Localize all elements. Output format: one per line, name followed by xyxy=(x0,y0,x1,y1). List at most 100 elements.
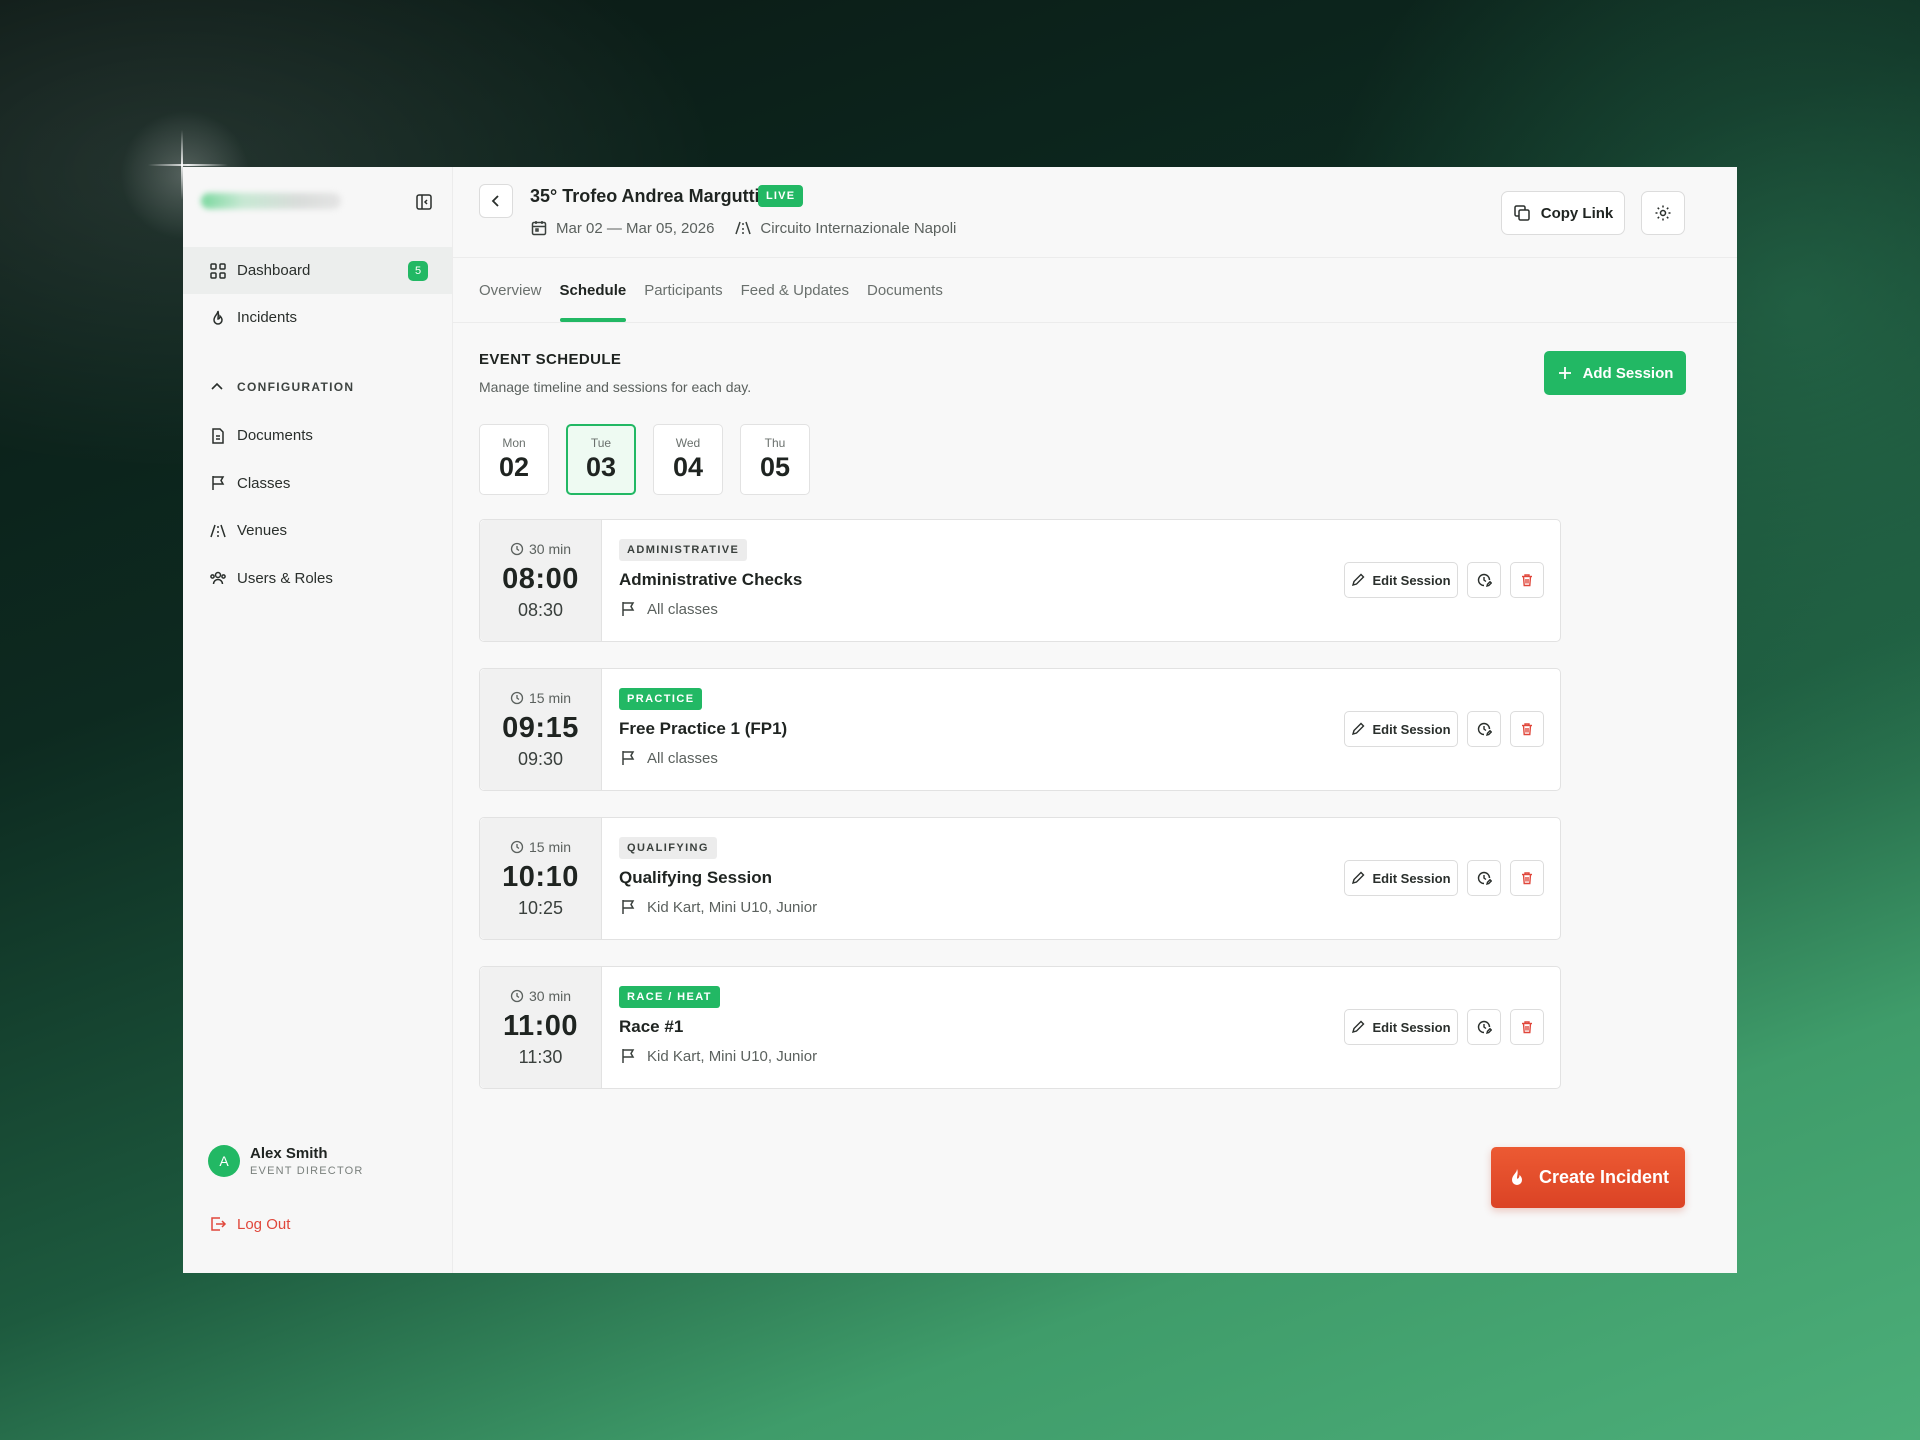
session-list: 30 min 08:00 08:30 ADMINISTRATIVE Admini… xyxy=(479,519,1561,1115)
calendar-icon xyxy=(530,219,548,237)
user-name: Alex Smith xyxy=(250,1145,328,1162)
day-number: 05 xyxy=(759,452,791,482)
logout-button[interactable]: Log Out xyxy=(209,1215,290,1233)
trash-icon xyxy=(1522,1021,1532,1034)
settings-button[interactable] xyxy=(1641,191,1685,235)
clock-edit-icon xyxy=(1477,722,1492,737)
session-type-badge: RACE / HEAT xyxy=(619,986,720,1008)
flag-icon xyxy=(209,474,227,492)
delete-session-button[interactable] xyxy=(1510,1009,1544,1045)
copy-icon xyxy=(1513,204,1531,222)
session-start: 10:10 xyxy=(502,860,579,893)
configuration-toggle[interactable]: CONFIGURATION xyxy=(209,379,354,395)
delete-session-button[interactable] xyxy=(1510,562,1544,598)
flag-icon xyxy=(619,600,637,618)
main-nav: Dashboard 5 Incidents xyxy=(183,247,452,341)
plus-icon xyxy=(1557,365,1573,381)
tab-documents[interactable]: Documents xyxy=(867,259,943,322)
create-incident-button[interactable]: Create Incident xyxy=(1491,1147,1685,1208)
sidebar-item-incidents[interactable]: Incidents xyxy=(183,294,452,341)
copy-link-button[interactable]: Copy Link xyxy=(1501,191,1625,235)
pencil-icon xyxy=(1351,871,1365,885)
session-classes: All classes xyxy=(619,749,718,767)
event-venue: Circuito Internazionale Napoli xyxy=(760,219,957,237)
track-icon xyxy=(734,219,752,237)
back-button[interactable] xyxy=(479,184,513,218)
duration-text: 30 min xyxy=(528,540,572,557)
classes-text: Kid Kart, Mini U10, Junior xyxy=(647,1047,818,1065)
tab-participants[interactable]: Participants xyxy=(644,259,722,322)
session-type-badge: ADMINISTRATIVE xyxy=(619,539,748,561)
copy-link-label: Copy Link xyxy=(1540,204,1614,222)
sidebar-item-users-roles[interactable]: Users & Roles xyxy=(183,555,452,603)
sidebar-item-label: Documents xyxy=(237,427,313,445)
tab-feed-updates[interactable]: Feed & Updates xyxy=(741,259,849,322)
event-title: 35° Trofeo Andrea Margutti xyxy=(530,186,760,206)
user-role: EVENT DIRECTOR xyxy=(250,1165,364,1177)
flame-icon xyxy=(209,309,227,327)
edit-session-button[interactable]: Edit Session xyxy=(1344,562,1458,598)
session-actions: Edit Session xyxy=(1344,562,1544,598)
flag-icon xyxy=(619,898,637,916)
logout-icon xyxy=(209,1215,227,1233)
session-duration: 30 min xyxy=(510,541,571,557)
sidebar-toggle-icon[interactable] xyxy=(415,193,433,211)
reschedule-button[interactable] xyxy=(1467,711,1501,747)
add-session-button[interactable]: Add Session xyxy=(1544,351,1686,395)
session-duration: 30 min xyxy=(510,988,571,1004)
event-header: 35° Trofeo Andrea Margutti LIVE Mar 02 —… xyxy=(453,167,1737,258)
session-time: 15 min 09:15 09:30 xyxy=(480,669,602,790)
flame-icon xyxy=(1507,1168,1527,1188)
delete-session-button[interactable] xyxy=(1510,860,1544,896)
duration-text: 30 min xyxy=(528,987,572,1004)
session-actions: Edit Session xyxy=(1344,711,1544,747)
session-time: 30 min 08:00 08:30 xyxy=(480,520,602,641)
day-wed[interactable]: Wed 04 xyxy=(653,424,723,495)
sidebar-item-venues[interactable]: Venues xyxy=(183,507,452,555)
edit-session-button[interactable]: Edit Session xyxy=(1344,1009,1458,1045)
gear-icon xyxy=(1655,205,1671,221)
add-session-label: Add Session xyxy=(1582,364,1674,382)
sidebar-item-label: Users & Roles xyxy=(237,569,333,587)
session-duration: 15 min xyxy=(510,690,571,706)
sidebar-item-dashboard[interactable]: Dashboard 5 xyxy=(183,247,452,294)
sidebar-item-classes[interactable]: Classes xyxy=(183,460,452,508)
day-tue[interactable]: Tue 03 xyxy=(566,424,636,495)
sidebar-item-documents[interactable]: Documents xyxy=(183,412,452,460)
tab-overview[interactable]: Overview xyxy=(479,259,542,322)
session-details: RACE / HEAT Race #1 Kid Kart, Mini U10, … xyxy=(602,967,1560,1088)
edit-session-button[interactable]: Edit Session xyxy=(1344,711,1458,747)
reschedule-button[interactable] xyxy=(1467,1009,1501,1045)
session-end: 11:30 xyxy=(518,1046,563,1067)
session-card: 30 min 11:00 11:30 RACE / HEAT Race #1 K… xyxy=(479,966,1561,1089)
tab-schedule[interactable]: Schedule xyxy=(559,259,626,322)
chevron-left-icon xyxy=(491,195,499,207)
session-actions: Edit Session xyxy=(1344,860,1544,896)
delete-session-button[interactable] xyxy=(1510,711,1544,747)
sidebar-item-label: Classes xyxy=(237,474,291,492)
day-number: 02 xyxy=(498,452,530,482)
session-classes: Kid Kart, Mini U10, Junior xyxy=(619,898,817,916)
sidebar-item-label: Venues xyxy=(237,522,288,540)
session-classes: All classes xyxy=(619,600,718,618)
edit-session-button[interactable]: Edit Session xyxy=(1344,860,1458,896)
sidebar-item-label: Dashboard xyxy=(237,262,311,279)
session-type-badge: PRACTICE xyxy=(619,688,703,710)
day-thu[interactable]: Thu 05 xyxy=(740,424,810,495)
clock-icon xyxy=(510,989,524,1003)
section-title: EVENT SCHEDULE xyxy=(479,351,622,368)
session-classes: Kid Kart, Mini U10, Junior xyxy=(619,1047,817,1065)
session-time: 15 min 10:10 10:25 xyxy=(480,818,602,939)
session-start: 09:15 xyxy=(502,711,579,744)
day-picker: Mon 02 Tue 03 Wed 04 Thu 05 xyxy=(479,424,827,495)
divider xyxy=(453,322,1737,323)
session-start: 08:00 xyxy=(502,562,579,595)
config-nav: Documents Classes Venues Users & Roles xyxy=(183,412,452,602)
document-icon xyxy=(209,427,227,445)
event-tabs: Overview Schedule Participants Feed & Up… xyxy=(479,259,961,322)
day-mon[interactable]: Mon 02 xyxy=(479,424,549,495)
user-profile[interactable]: A Alex Smith EVENT DIRECTOR xyxy=(208,1145,364,1177)
reschedule-button[interactable] xyxy=(1467,562,1501,598)
reschedule-button[interactable] xyxy=(1467,860,1501,896)
duration-text: 15 min xyxy=(528,838,572,855)
